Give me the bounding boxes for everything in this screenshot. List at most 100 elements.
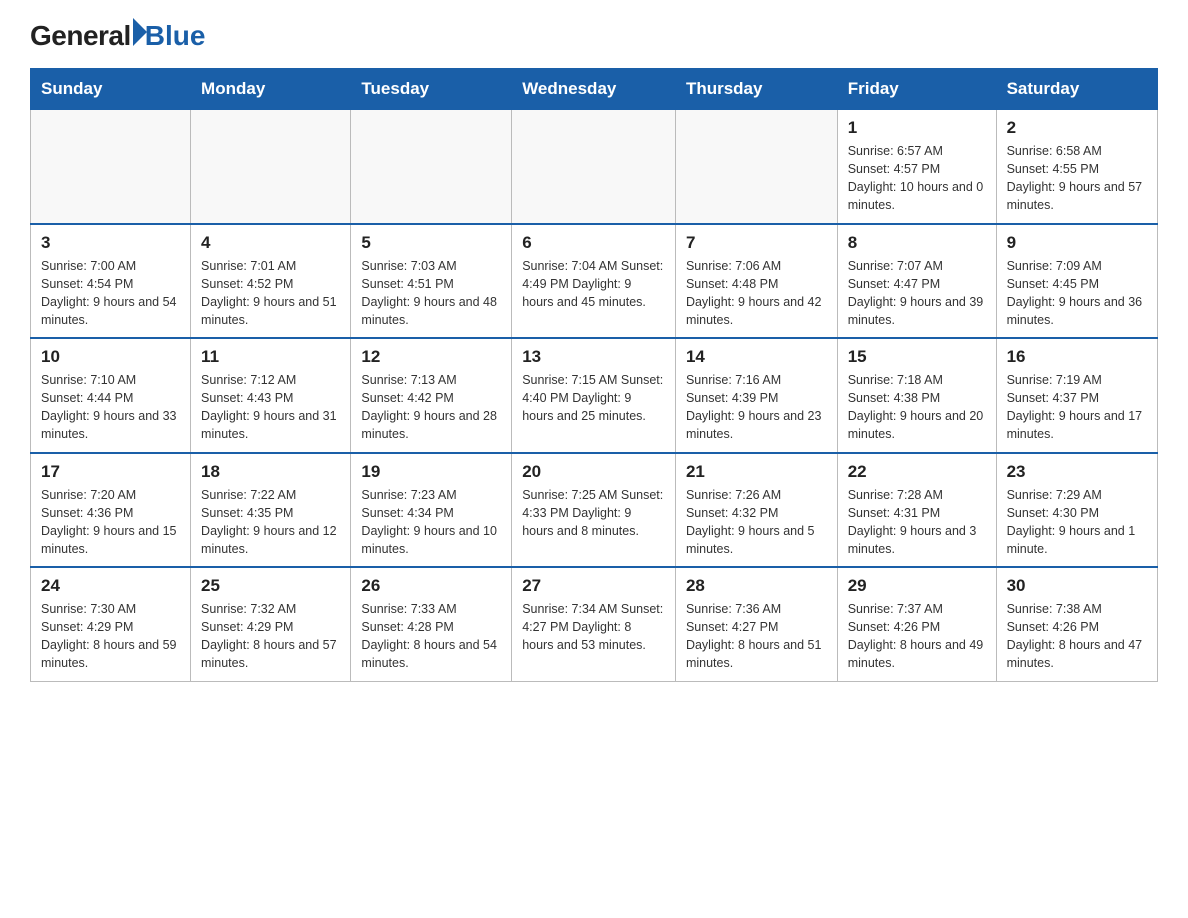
day-info: Sunrise: 7:29 AM Sunset: 4:30 PM Dayligh… <box>1007 486 1147 559</box>
calendar-cell: 29 Sunrise: 7:37 AM Sunset: 4:26 PM Dayli… <box>837 567 996 681</box>
day-info: Sunrise: 7:07 AM Sunset: 4:47 PM Dayligh… <box>848 257 986 330</box>
day-info: Sunrise: 6:57 AM Sunset: 4:57 PM Dayligh… <box>848 142 986 215</box>
calendar-cell: 28 Sunrise: 7:36 AM Sunset: 4:27 PM Dayli… <box>675 567 837 681</box>
day-number: 15 <box>848 347 986 367</box>
calendar-cell: 24 Sunrise: 7:30 AM Sunset: 4:29 PM Dayli… <box>31 567 191 681</box>
calendar-cell: 18 Sunrise: 7:22 AM Sunset: 4:35 PM Dayli… <box>191 453 351 568</box>
calendar-cell: 3Sunrise: 7:00 AM Sunset: 4:54 PM Daylig… <box>31 224 191 339</box>
day-number: 12 <box>361 347 501 367</box>
day-number: 29 <box>848 576 986 596</box>
day-number: 26 <box>361 576 501 596</box>
day-info: Sunrise: 7:23 AM Sunset: 4:34 PM Dayligh… <box>361 486 501 559</box>
calendar-cell: 25Sunrise: 7:32 AM Sunset: 4:29 PM Dayli… <box>191 567 351 681</box>
day-info: Sunrise: 7:10 AM Sunset: 4:44 PM Dayligh… <box>41 371 180 444</box>
day-info: Sunrise: 7:01 AM Sunset: 4:52 PM Dayligh… <box>201 257 340 330</box>
day-number: 19 <box>361 462 501 482</box>
calendar-cell: 1 Sunrise: 6:57 AM Sunset: 4:57 PM Daylig… <box>837 110 996 224</box>
calendar-cell: 16 Sunrise: 7:19 AM Sunset: 4:37 PM Dayli… <box>996 338 1157 453</box>
day-number: 13 <box>522 347 665 367</box>
day-info: Sunrise: 7:06 AM Sunset: 4:48 PM Dayligh… <box>686 257 827 330</box>
weekday-header-monday: Monday <box>191 69 351 110</box>
calendar-cell: 2Sunrise: 6:58 AM Sunset: 4:55 PM Daylig… <box>996 110 1157 224</box>
calendar-cell <box>31 110 191 224</box>
day-number: 27 <box>522 576 665 596</box>
calendar-cell: 4 Sunrise: 7:01 AM Sunset: 4:52 PM Daylig… <box>191 224 351 339</box>
calendar-week-row: 1 Sunrise: 6:57 AM Sunset: 4:57 PM Daylig… <box>31 110 1158 224</box>
day-info: Sunrise: 7:13 AM Sunset: 4:42 PM Dayligh… <box>361 371 501 444</box>
day-number: 20 <box>522 462 665 482</box>
day-info: Sunrise: 7:18 AM Sunset: 4:38 PM Dayligh… <box>848 371 986 444</box>
calendar-table: SundayMondayTuesdayWednesdayThursdayFrid… <box>30 68 1158 682</box>
calendar-cell: 5Sunrise: 7:03 AM Sunset: 4:51 PM Daylig… <box>351 224 512 339</box>
logo: General Blue <box>30 20 205 52</box>
day-number: 25 <box>201 576 340 596</box>
day-info: Sunrise: 7:37 AM Sunset: 4:26 PM Dayligh… <box>848 600 986 673</box>
calendar-cell: 13 Sunrise: 7:15 AM Sunset: 4:40 PM Dayli… <box>512 338 676 453</box>
weekday-header-saturday: Saturday <box>996 69 1157 110</box>
weekday-header-friday: Friday <box>837 69 996 110</box>
day-info: Sunrise: 7:12 AM Sunset: 4:43 PM Dayligh… <box>201 371 340 444</box>
day-number: 24 <box>41 576 180 596</box>
day-info: Sunrise: 7:30 AM Sunset: 4:29 PM Dayligh… <box>41 600 180 673</box>
day-info: Sunrise: 7:26 AM Sunset: 4:32 PM Dayligh… <box>686 486 827 559</box>
weekday-header-thursday: Thursday <box>675 69 837 110</box>
weekday-header-tuesday: Tuesday <box>351 69 512 110</box>
day-number: 4 <box>201 233 340 253</box>
day-number: 1 <box>848 118 986 138</box>
day-number: 28 <box>686 576 827 596</box>
day-info: Sunrise: 7:25 AM Sunset: 4:33 PM Dayligh… <box>522 486 665 540</box>
day-info: Sunrise: 7:28 AM Sunset: 4:31 PM Dayligh… <box>848 486 986 559</box>
calendar-cell: 30 Sunrise: 7:38 AM Sunset: 4:26 PM Dayli… <box>996 567 1157 681</box>
calendar-cell: 19 Sunrise: 7:23 AM Sunset: 4:34 PM Dayli… <box>351 453 512 568</box>
calendar-cell: 22 Sunrise: 7:28 AM Sunset: 4:31 PM Dayli… <box>837 453 996 568</box>
calendar-cell: 20 Sunrise: 7:25 AM Sunset: 4:33 PM Dayli… <box>512 453 676 568</box>
day-number: 7 <box>686 233 827 253</box>
day-info: Sunrise: 7:33 AM Sunset: 4:28 PM Dayligh… <box>361 600 501 673</box>
day-info: Sunrise: 7:09 AM Sunset: 4:45 PM Dayligh… <box>1007 257 1147 330</box>
logo-arrow-icon <box>133 18 147 46</box>
calendar-cell <box>191 110 351 224</box>
calendar-cell <box>351 110 512 224</box>
day-number: 21 <box>686 462 827 482</box>
calendar-cell: 26 Sunrise: 7:33 AM Sunset: 4:28 PM Dayli… <box>351 567 512 681</box>
day-number: 16 <box>1007 347 1147 367</box>
day-number: 10 <box>41 347 180 367</box>
page-header: General Blue <box>30 20 1158 52</box>
day-info: Sunrise: 6:58 AM Sunset: 4:55 PM Dayligh… <box>1007 142 1147 215</box>
weekday-header-wednesday: Wednesday <box>512 69 676 110</box>
day-info: Sunrise: 7:36 AM Sunset: 4:27 PM Dayligh… <box>686 600 827 673</box>
day-number: 17 <box>41 462 180 482</box>
calendar-cell: 27 Sunrise: 7:34 AM Sunset: 4:27 PM Dayli… <box>512 567 676 681</box>
calendar-week-row: 24 Sunrise: 7:30 AM Sunset: 4:29 PM Dayli… <box>31 567 1158 681</box>
day-info: Sunrise: 7:22 AM Sunset: 4:35 PM Dayligh… <box>201 486 340 559</box>
calendar-cell: 15 Sunrise: 7:18 AM Sunset: 4:38 PM Dayli… <box>837 338 996 453</box>
day-info: Sunrise: 7:34 AM Sunset: 4:27 PM Dayligh… <box>522 600 665 654</box>
calendar-cell <box>675 110 837 224</box>
day-number: 22 <box>848 462 986 482</box>
calendar-cell: 14Sunrise: 7:16 AM Sunset: 4:39 PM Dayli… <box>675 338 837 453</box>
logo-general-text: General <box>30 20 131 52</box>
day-number: 11 <box>201 347 340 367</box>
calendar-cell: 6 Sunrise: 7:04 AM Sunset: 4:49 PM Daylig… <box>512 224 676 339</box>
logo-blue-text: Blue <box>145 20 206 52</box>
calendar-cell: 12 Sunrise: 7:13 AM Sunset: 4:42 PM Dayli… <box>351 338 512 453</box>
day-info: Sunrise: 7:19 AM Sunset: 4:37 PM Dayligh… <box>1007 371 1147 444</box>
day-info: Sunrise: 7:38 AM Sunset: 4:26 PM Dayligh… <box>1007 600 1147 673</box>
day-info: Sunrise: 7:00 AM Sunset: 4:54 PM Dayligh… <box>41 257 180 330</box>
day-number: 18 <box>201 462 340 482</box>
day-info: Sunrise: 7:15 AM Sunset: 4:40 PM Dayligh… <box>522 371 665 425</box>
calendar-cell: 7 Sunrise: 7:06 AM Sunset: 4:48 PM Daylig… <box>675 224 837 339</box>
day-number: 23 <box>1007 462 1147 482</box>
calendar-cell: 23 Sunrise: 7:29 AM Sunset: 4:30 PM Dayli… <box>996 453 1157 568</box>
day-number: 6 <box>522 233 665 253</box>
day-info: Sunrise: 7:20 AM Sunset: 4:36 PM Dayligh… <box>41 486 180 559</box>
calendar-cell: 9Sunrise: 7:09 AM Sunset: 4:45 PM Daylig… <box>996 224 1157 339</box>
weekday-header-sunday: Sunday <box>31 69 191 110</box>
day-number: 14 <box>686 347 827 367</box>
calendar-week-row: 3Sunrise: 7:00 AM Sunset: 4:54 PM Daylig… <box>31 224 1158 339</box>
day-info: Sunrise: 7:04 AM Sunset: 4:49 PM Dayligh… <box>522 257 665 311</box>
calendar-cell: 21 Sunrise: 7:26 AM Sunset: 4:32 PM Dayli… <box>675 453 837 568</box>
day-number: 30 <box>1007 576 1147 596</box>
calendar-cell: 8Sunrise: 7:07 AM Sunset: 4:47 PM Daylig… <box>837 224 996 339</box>
calendar-week-row: 10 Sunrise: 7:10 AM Sunset: 4:44 PM Dayli… <box>31 338 1158 453</box>
